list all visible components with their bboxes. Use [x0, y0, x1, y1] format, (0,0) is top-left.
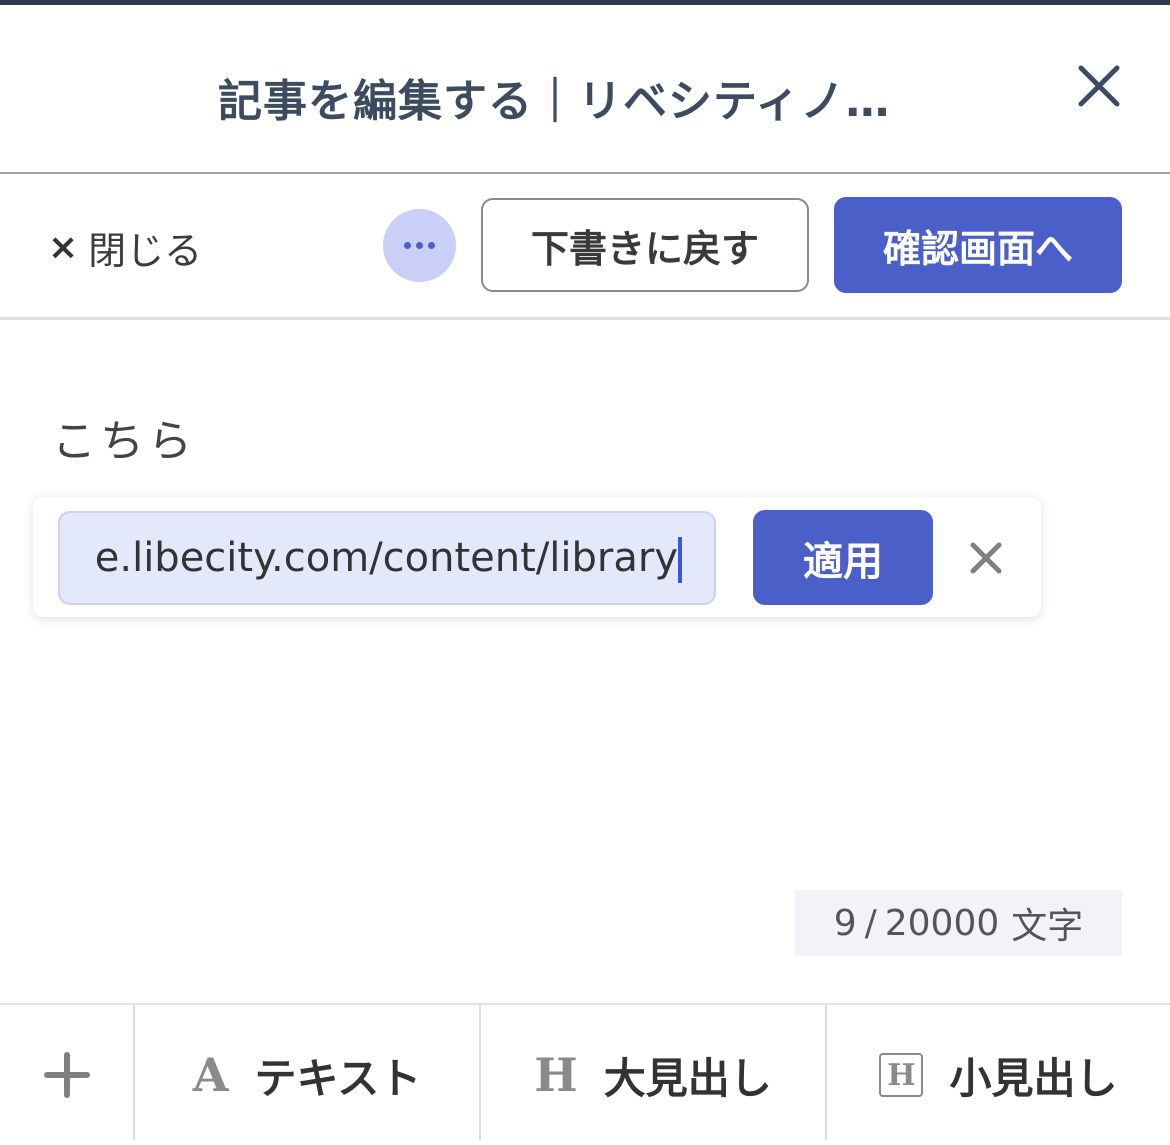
- close-window-icon[interactable]: [1075, 62, 1123, 110]
- char-count-separator: /: [864, 902, 877, 944]
- editor-body-text[interactable]: こちら: [52, 405, 196, 469]
- text-caret: [678, 537, 682, 583]
- block-insert-bar: A テキスト H 大見出し H 小見出し: [0, 1003, 1170, 1145]
- toolbar-divider: [0, 317, 1170, 320]
- link-url-value: e.libecity.com/content/library: [94, 535, 678, 581]
- more-horizontal-icon: [404, 242, 435, 249]
- text-format-icon: A: [192, 1048, 229, 1102]
- char-count-max: 20000: [884, 902, 1000, 944]
- revert-to-draft-button[interactable]: 下書きに戻す: [481, 198, 809, 292]
- text-label: テキスト: [254, 1053, 422, 1103]
- heading-boxed-icon: H: [879, 1053, 924, 1097]
- add-block-button[interactable]: [0, 1005, 133, 1145]
- page-title: 記事を編集する｜リベシティノ…: [218, 76, 891, 127]
- close-editor-button[interactable]: × 閉じる: [48, 224, 202, 273]
- character-counter: 9 / 20000 文字: [795, 890, 1122, 956]
- apply-link-button[interactable]: 適用: [753, 510, 933, 605]
- heading-small-label: 小見出し: [949, 1053, 1118, 1103]
- link-url-input[interactable]: e.libecity.com/content/library: [58, 511, 716, 605]
- insert-heading-small-button[interactable]: H 小見出し: [827, 1005, 1170, 1145]
- insert-heading-large-button[interactable]: H 大見出し: [481, 1005, 825, 1145]
- close-icon: ×: [48, 226, 79, 268]
- insert-text-button[interactable]: A テキスト: [135, 1005, 479, 1145]
- close-popup-icon[interactable]: [968, 540, 1004, 576]
- heading-large-label: 大見出し: [603, 1053, 772, 1103]
- close-label: 閉じる: [88, 228, 203, 273]
- go-to-confirm-button[interactable]: 確認画面へ: [834, 197, 1122, 293]
- char-count-current: 9: [833, 902, 857, 944]
- window-titlebar: 記事を編集する｜リベシティノ…: [0, 5, 1170, 172]
- more-options-button[interactable]: [383, 209, 456, 282]
- heading-icon: H: [534, 1048, 578, 1102]
- plus-icon: [43, 1052, 90, 1098]
- char-count-unit: 文字: [1011, 906, 1084, 947]
